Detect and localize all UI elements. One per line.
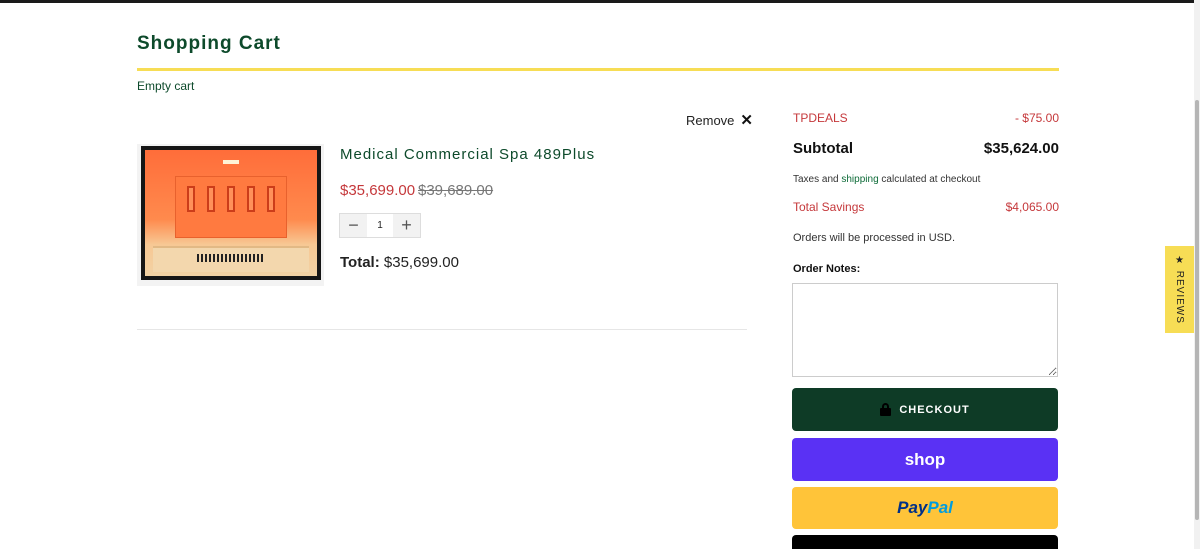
paypal-button[interactable]: Pay Pal	[792, 487, 1058, 529]
product-name-link[interactable]: Medical Commercial Spa 489Plus	[340, 146, 595, 163]
item-divider	[137, 329, 747, 330]
checkout-label: CHECKOUT	[899, 403, 970, 416]
scrollbar-thumb[interactable]	[1195, 100, 1199, 520]
title-divider	[137, 68, 1059, 71]
order-notes-field[interactable]	[792, 283, 1058, 377]
sale-price: $35,699.00	[340, 182, 416, 199]
tax-note: Taxes and shipping calculated at checkou…	[793, 174, 980, 185]
line-total-value: $35,699.00	[383, 254, 459, 271]
quantity-input[interactable]	[367, 214, 393, 237]
minus-icon[interactable]: −	[340, 214, 367, 237]
sauna-illustration	[141, 146, 321, 280]
reviews-tab[interactable]: ★ REVIEWS	[1165, 246, 1194, 333]
shipping-link[interactable]: shipping	[841, 174, 878, 185]
browser-top-bar	[0, 0, 1200, 3]
empty-cart-link[interactable]: Empty cart	[137, 79, 194, 93]
checkout-button[interactable]: CHECKOUT	[792, 388, 1058, 431]
line-total: Total: $35,699.00	[340, 254, 459, 271]
reviews-tab-label: ★ REVIEWS	[1174, 255, 1185, 324]
line-total-label: Total:	[340, 254, 380, 271]
tax-note-text: Taxes and	[793, 174, 842, 185]
quantity-stepper: − +	[339, 213, 421, 238]
currency-note: Orders will be processed in USD.	[793, 232, 956, 244]
order-notes-label: Order Notes:	[793, 263, 861, 275]
tax-note-text-end: calculated at checkout	[878, 174, 981, 185]
subtotal-label: Subtotal	[793, 140, 853, 157]
discount-amount: - $75.00	[1014, 111, 1059, 125]
page-title: Shopping Cart	[137, 33, 281, 54]
subtotal-value: $35,624.00	[983, 140, 1059, 157]
discount-code: TPDEALS	[793, 111, 848, 125]
compare-at-price: $39,689.00	[418, 182, 494, 199]
shop-pay-logo: shop	[904, 449, 946, 469]
plus-icon[interactable]: +	[393, 214, 420, 237]
additional-payment-button[interactable]	[792, 535, 1058, 549]
total-savings-label: Total Savings	[793, 200, 865, 214]
remove-label: Remove	[686, 113, 735, 128]
close-icon: ✕	[740, 112, 753, 129]
total-savings-value: $4,065.00	[1005, 200, 1059, 214]
shop-pay-button[interactable]: shop	[792, 438, 1058, 481]
product-image[interactable]	[137, 144, 324, 286]
remove-item-button[interactable]: Remove ✕	[686, 113, 753, 128]
paypal-logo-pal: Pal	[927, 498, 953, 517]
lock-icon	[880, 403, 892, 416]
paypal-logo-pay: Pay	[897, 498, 928, 517]
